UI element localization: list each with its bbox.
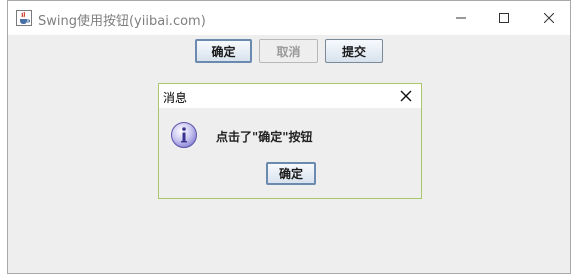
window-titlebar[interactable]: Swing使用按钮(yiibai.com) <box>8 1 570 35</box>
minimize-icon <box>456 17 466 19</box>
dialog-close-icon[interactable] <box>399 89 413 103</box>
dialog-ok-button[interactable]: 确定 <box>266 162 316 185</box>
window-title: Swing使用按钮(yiibai.com) <box>38 14 206 29</box>
dialog-titlebar[interactable]: 消息 <box>159 84 421 108</box>
message-dialog: 消息 点击了"确定"按钮 确定 <box>158 83 422 199</box>
dialog-message: 点击了"确定"按钮 <box>216 130 313 144</box>
submit-button[interactable]: 提交 <box>325 39 383 63</box>
java-cup-icon <box>16 10 32 26</box>
close-icon <box>544 13 554 23</box>
minimize-button[interactable] <box>438 1 484 35</box>
close-button[interactable] <box>526 1 572 35</box>
confirm-button[interactable]: 确定 <box>195 39 252 63</box>
info-icon <box>171 122 197 148</box>
app-window: Swing使用按钮(yiibai.com) 确定 取消 提交 消息 点击了"确定… <box>7 0 571 274</box>
maximize-button[interactable] <box>481 1 527 35</box>
dialog-title: 消息 <box>163 91 188 105</box>
maximize-icon <box>499 13 509 23</box>
cancel-button[interactable]: 取消 <box>259 39 318 63</box>
